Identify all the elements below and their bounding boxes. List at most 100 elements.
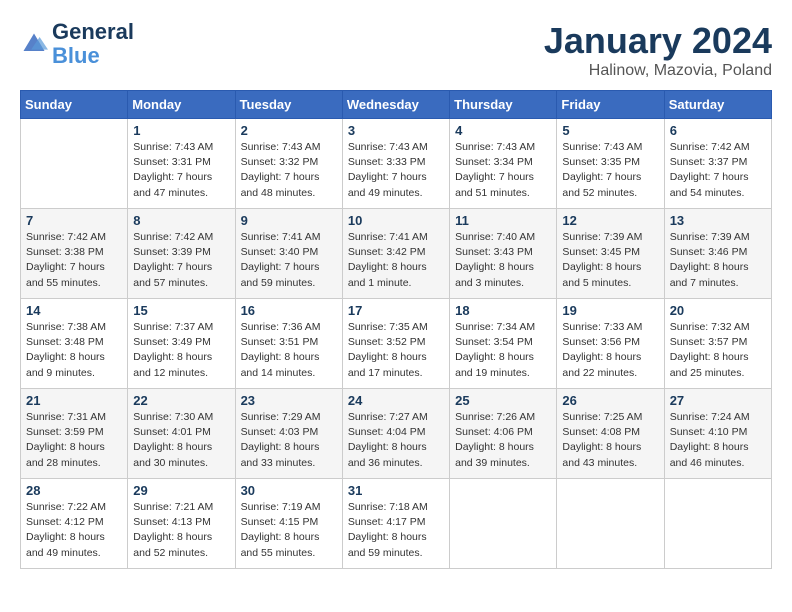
calendar-cell: 6Sunrise: 7:42 AMSunset: 3:37 PMDaylight… (664, 119, 771, 209)
day-number: 4 (455, 123, 551, 138)
calendar-cell: 26 Sunrise: 7:25 AMSunset: 4:08 PMDayligh… (557, 389, 664, 479)
day-header-tuesday: Tuesday (235, 91, 342, 119)
day-detail: Sunrise: 7:37 AMSunset: 3:49 PMDaylight:… (133, 320, 229, 381)
calendar-cell: 8 Sunrise: 7:42 AMSunset: 3:39 PMDaylight… (128, 209, 235, 299)
day-detail: Sunrise: 7:41 AMSunset: 3:42 PMDaylight:… (348, 230, 444, 291)
day-detail: Sunrise: 7:40 AMSunset: 3:43 PMDaylight:… (455, 230, 551, 291)
day-detail: Sunrise: 7:43 AMSunset: 3:31 PMDaylight:… (133, 140, 229, 201)
day-header-wednesday: Wednesday (342, 91, 449, 119)
calendar-table: SundayMondayTuesdayWednesdayThursdayFrid… (20, 90, 772, 569)
calendar-cell: 24Sunrise: 7:27 AMSunset: 4:04 PMDayligh… (342, 389, 449, 479)
day-number: 29 (133, 483, 229, 498)
calendar-cell: 13 Sunrise: 7:39 AMSunset: 3:46 PMDayligh… (664, 209, 771, 299)
calendar-cell: 3 Sunrise: 7:43 AMSunset: 3:33 PMDaylight… (342, 119, 449, 209)
calendar-cell (557, 479, 664, 569)
day-header-sunday: Sunday (21, 91, 128, 119)
day-header-monday: Monday (128, 91, 235, 119)
calendar-cell: 10 Sunrise: 7:41 AMSunset: 3:42 PMDayligh… (342, 209, 449, 299)
calendar-week-row: 14 Sunrise: 7:38 AMSunset: 3:48 PMDayligh… (21, 299, 772, 389)
day-number: 20 (670, 303, 766, 318)
day-detail: Sunrise: 7:30 AMSunset: 4:01 PMDaylight:… (133, 410, 229, 471)
day-number: 9 (241, 213, 337, 228)
day-number: 26 (562, 393, 658, 408)
page-header: General Blue January 2024 Halinow, Mazov… (20, 20, 772, 80)
title-section: January 2024 Halinow, Mazovia, Poland (544, 20, 772, 80)
day-number: 15 (133, 303, 229, 318)
day-detail: Sunrise: 7:43 AMSunset: 3:34 PMDaylight:… (455, 140, 551, 201)
day-detail: Sunrise: 7:25 AMSunset: 4:08 PMDaylight:… (562, 410, 658, 471)
logo-text: General Blue (52, 20, 134, 68)
calendar-cell: 16 Sunrise: 7:36 AMSunset: 3:51 PMDayligh… (235, 299, 342, 389)
day-detail: Sunrise: 7:43 AMSunset: 3:35 PMDaylight:… (562, 140, 658, 201)
day-number: 2 (241, 123, 337, 138)
day-number: 28 (26, 483, 122, 498)
day-number: 1 (133, 123, 229, 138)
day-detail: Sunrise: 7:39 AMSunset: 3:45 PMDaylight:… (562, 230, 658, 291)
calendar-cell: 23 Sunrise: 7:29 AMSunset: 4:03 PMDayligh… (235, 389, 342, 479)
calendar-week-row: 1 Sunrise: 7:43 AMSunset: 3:31 PMDaylight… (21, 119, 772, 209)
day-number: 13 (670, 213, 766, 228)
calendar-cell: 7 Sunrise: 7:42 AMSunset: 3:38 PMDaylight… (21, 209, 128, 299)
day-detail: Sunrise: 7:36 AMSunset: 3:51 PMDaylight:… (241, 320, 337, 381)
calendar-cell: 27Sunrise: 7:24 AMSunset: 4:10 PMDayligh… (664, 389, 771, 479)
calendar-cell (664, 479, 771, 569)
day-number: 25 (455, 393, 551, 408)
logo: General Blue (20, 20, 134, 68)
calendar-cell: 14 Sunrise: 7:38 AMSunset: 3:48 PMDayligh… (21, 299, 128, 389)
day-number: 5 (562, 123, 658, 138)
day-detail: Sunrise: 7:22 AMSunset: 4:12 PMDaylight:… (26, 500, 122, 561)
calendar-cell: 4 Sunrise: 7:43 AMSunset: 3:34 PMDaylight… (450, 119, 557, 209)
day-detail: Sunrise: 7:43 AMSunset: 3:32 PMDaylight:… (241, 140, 337, 201)
day-number: 23 (241, 393, 337, 408)
day-detail: Sunrise: 7:42 AMSunset: 3:38 PMDaylight:… (26, 230, 122, 291)
calendar-week-row: 28 Sunrise: 7:22 AMSunset: 4:12 PMDayligh… (21, 479, 772, 569)
day-detail: Sunrise: 7:43 AMSunset: 3:33 PMDaylight:… (348, 140, 444, 201)
day-header-saturday: Saturday (664, 91, 771, 119)
day-detail: Sunrise: 7:24 AMSunset: 4:10 PMDaylight:… (670, 410, 766, 471)
day-detail: Sunrise: 7:33 AMSunset: 3:56 PMDaylight:… (562, 320, 658, 381)
day-number: 21 (26, 393, 122, 408)
calendar-cell: 12Sunrise: 7:39 AMSunset: 3:45 PMDayligh… (557, 209, 664, 299)
calendar-cell: 5 Sunrise: 7:43 AMSunset: 3:35 PMDaylight… (557, 119, 664, 209)
day-detail: Sunrise: 7:38 AMSunset: 3:48 PMDaylight:… (26, 320, 122, 381)
day-number: 24 (348, 393, 444, 408)
day-number: 16 (241, 303, 337, 318)
day-number: 31 (348, 483, 444, 498)
calendar-cell: 28 Sunrise: 7:22 AMSunset: 4:12 PMDayligh… (21, 479, 128, 569)
day-detail: Sunrise: 7:19 AMSunset: 4:15 PMDaylight:… (241, 500, 337, 561)
day-header-friday: Friday (557, 91, 664, 119)
calendar-cell: 21Sunrise: 7:31 AMSunset: 3:59 PMDayligh… (21, 389, 128, 479)
day-detail: Sunrise: 7:34 AMSunset: 3:54 PMDaylight:… (455, 320, 551, 381)
day-number: 10 (348, 213, 444, 228)
calendar-week-row: 7 Sunrise: 7:42 AMSunset: 3:38 PMDaylight… (21, 209, 772, 299)
day-number: 3 (348, 123, 444, 138)
day-number: 11 (455, 213, 551, 228)
calendar-cell: 30 Sunrise: 7:19 AMSunset: 4:15 PMDayligh… (235, 479, 342, 569)
day-number: 30 (241, 483, 337, 498)
calendar-cell: 15 Sunrise: 7:37 AMSunset: 3:49 PMDayligh… (128, 299, 235, 389)
day-number: 18 (455, 303, 551, 318)
calendar-cell (450, 479, 557, 569)
day-number: 22 (133, 393, 229, 408)
calendar-week-row: 21Sunrise: 7:31 AMSunset: 3:59 PMDayligh… (21, 389, 772, 479)
calendar-cell: 11 Sunrise: 7:40 AMSunset: 3:43 PMDayligh… (450, 209, 557, 299)
calendar-cell: 1 Sunrise: 7:43 AMSunset: 3:31 PMDaylight… (128, 119, 235, 209)
day-detail: Sunrise: 7:41 AMSunset: 3:40 PMDaylight:… (241, 230, 337, 291)
calendar-cell: 17Sunrise: 7:35 AMSunset: 3:52 PMDayligh… (342, 299, 449, 389)
day-number: 6 (670, 123, 766, 138)
calendar-cell: 31Sunrise: 7:18 AMSunset: 4:17 PMDayligh… (342, 479, 449, 569)
calendar-cell: 2 Sunrise: 7:43 AMSunset: 3:32 PMDaylight… (235, 119, 342, 209)
day-header-thursday: Thursday (450, 91, 557, 119)
location-title: Halinow, Mazovia, Poland (544, 62, 772, 80)
day-number: 19 (562, 303, 658, 318)
day-number: 8 (133, 213, 229, 228)
day-detail: Sunrise: 7:39 AMSunset: 3:46 PMDaylight:… (670, 230, 766, 291)
day-detail: Sunrise: 7:29 AMSunset: 4:03 PMDaylight:… (241, 410, 337, 471)
day-detail: Sunrise: 7:42 AMSunset: 3:39 PMDaylight:… (133, 230, 229, 291)
day-number: 14 (26, 303, 122, 318)
day-number: 7 (26, 213, 122, 228)
day-detail: Sunrise: 7:32 AMSunset: 3:57 PMDaylight:… (670, 320, 766, 381)
calendar-cell: 9 Sunrise: 7:41 AMSunset: 3:40 PMDaylight… (235, 209, 342, 299)
calendar-cell: 18 Sunrise: 7:34 AMSunset: 3:54 PMDayligh… (450, 299, 557, 389)
calendar-header-row: SundayMondayTuesdayWednesdayThursdayFrid… (21, 91, 772, 119)
